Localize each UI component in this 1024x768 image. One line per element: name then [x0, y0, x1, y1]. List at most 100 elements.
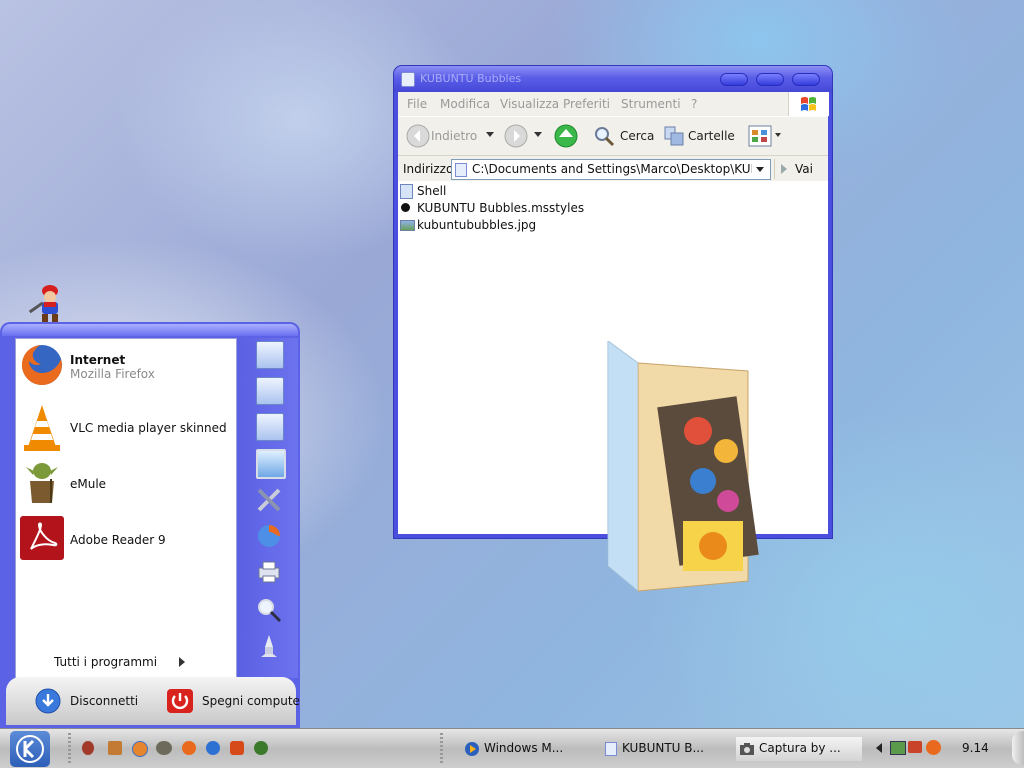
- menu-help[interactable]: ?: [691, 97, 697, 111]
- go-label: Vai: [795, 162, 813, 176]
- run-icon[interactable]: [256, 633, 282, 659]
- bug-icon[interactable]: [82, 741, 94, 755]
- go-button[interactable]: Vai: [774, 159, 823, 179]
- camera-icon: [740, 743, 754, 755]
- program-subtitle: Mozilla Firefox: [70, 367, 155, 381]
- adobe-reader-icon: [20, 516, 64, 560]
- shutdown-label: Spegni compute: [202, 694, 300, 708]
- program-adobe-reader[interactable]: Adobe Reader 9: [16, 513, 236, 567]
- image-file-icon: [400, 220, 415, 231]
- kde-logo-icon: [16, 735, 44, 763]
- printers-icon[interactable]: [256, 559, 282, 585]
- search-icon[interactable]: [256, 597, 282, 623]
- mario-desktop-icon[interactable]: [22, 282, 68, 324]
- start-menu-footer: Disconnetti Spegni compute: [6, 677, 300, 725]
- search-icon: [595, 127, 615, 147]
- forward-arrow-icon: [504, 124, 528, 148]
- program-internet[interactable]: Internet Mozilla Firefox: [16, 341, 236, 395]
- game-icon[interactable]: [230, 741, 244, 755]
- earth-icon[interactable]: [206, 741, 220, 755]
- menu-modifica[interactable]: Modifica: [440, 97, 490, 111]
- views-dropdown-icon[interactable]: [775, 133, 781, 137]
- menu-preferiti[interactable]: Preferiti: [563, 97, 610, 111]
- menu-visualizza[interactable]: Visualizza: [500, 97, 559, 111]
- logoff-icon: [35, 688, 61, 714]
- folders-button[interactable]: Cartelle: [662, 124, 742, 148]
- task-captura[interactable]: Captura by ...: [736, 737, 862, 761]
- address-folder-icon: [455, 163, 467, 177]
- task-windows-media[interactable]: Windows M...: [462, 737, 592, 761]
- explorer-window: KUBUNTU Bubbles File Modifica Visualizza…: [394, 66, 832, 593]
- network-icon[interactable]: [890, 741, 906, 755]
- gimp-icon[interactable]: [156, 741, 172, 755]
- program-emule[interactable]: eMule: [16, 457, 236, 511]
- folder-preview-image: [607, 341, 759, 593]
- arrow-right-icon: [179, 657, 185, 667]
- program-name: eMule: [70, 477, 107, 491]
- taskbar-separator: [68, 733, 71, 765]
- media-icon[interactable]: [254, 741, 268, 755]
- music-icon[interactable]: [256, 413, 284, 441]
- shutdown-button[interactable]: Spegni compute: [166, 688, 300, 714]
- window-folder-icon: [605, 742, 617, 756]
- windows-media-icon: [465, 742, 479, 756]
- task-label: Windows M...: [484, 741, 564, 755]
- start-button[interactable]: [10, 731, 50, 767]
- menu-file[interactable]: File: [407, 97, 427, 111]
- list-item[interactable]: KUBUNTU Bubbles.msstyles: [400, 200, 600, 216]
- task-kubuntu-bubbles[interactable]: KUBUNTU B...: [602, 737, 726, 761]
- tools-icon[interactable]: [256, 487, 282, 513]
- minimize-button[interactable]: [720, 73, 748, 86]
- close-button[interactable]: [792, 73, 820, 86]
- menu-strumenti[interactable]: Strumenti: [621, 97, 681, 111]
- file-name: KUBUNTU Bubbles.msstyles: [417, 201, 585, 215]
- firefox-icon[interactable]: [182, 741, 196, 755]
- logoff-label: Disconnetti: [70, 694, 139, 708]
- task-label: KUBUNTU B...: [622, 741, 704, 755]
- start-menu: Internet Mozilla Firefox VLC media playe…: [0, 322, 300, 728]
- folder-icon: [400, 184, 413, 199]
- window-folder-icon: [401, 72, 415, 87]
- folders-icon: [664, 126, 684, 146]
- tray-collapse-icon[interactable]: [876, 743, 882, 753]
- views-button[interactable]: [748, 124, 782, 148]
- archive-icon[interactable]: [108, 741, 122, 755]
- maximize-button[interactable]: [756, 73, 784, 86]
- pictures-icon[interactable]: [256, 377, 284, 405]
- back-button[interactable]: Indietro: [406, 124, 494, 148]
- firefox-icon: [21, 344, 62, 385]
- emule-icon: [26, 463, 58, 503]
- program-name: Adobe Reader 9: [70, 533, 166, 547]
- forward-button[interactable]: [504, 124, 548, 148]
- program-name: Internet: [70, 353, 126, 367]
- file-list-pane: Shell KUBUNTU Bubbles.msstyles kubuntubu…: [398, 181, 828, 593]
- computer-icon[interactable]: [256, 449, 286, 479]
- program-vlc[interactable]: VLC media player skinned: [16, 401, 236, 455]
- firefox-tray-icon[interactable]: [926, 740, 941, 755]
- title-bar[interactable]: KUBUNTU Bubbles: [394, 66, 832, 92]
- taskbar-handle[interactable]: [1012, 731, 1024, 765]
- search-label: Cerca: [620, 129, 655, 143]
- address-field[interactable]: C:\Documents and Settings\Marco\Desktop\…: [451, 159, 771, 180]
- list-item[interactable]: Shell: [400, 183, 600, 199]
- forward-dropdown-icon[interactable]: [534, 132, 542, 137]
- list-item[interactable]: kubuntububbles.jpg: [400, 217, 600, 233]
- vlc-icon: [24, 405, 60, 451]
- toolbar: Indietro Cerca Cartelle: [398, 116, 828, 155]
- tray-app-icon[interactable]: [908, 741, 922, 753]
- documents-icon[interactable]: [256, 341, 284, 369]
- internet-settings-icon[interactable]: [256, 523, 282, 549]
- search-button[interactable]: Cerca: [592, 124, 656, 148]
- back-label: Indietro: [431, 129, 478, 143]
- back-dropdown-icon[interactable]: [486, 132, 494, 137]
- browser-icon[interactable]: [132, 741, 148, 757]
- all-programs-button[interactable]: Tutti i programmi: [52, 653, 192, 673]
- address-dropdown-icon[interactable]: [756, 167, 764, 172]
- program-name: VLC media player skinned: [70, 421, 227, 435]
- up-arrow-icon: [554, 124, 578, 148]
- views-icon: [748, 125, 772, 147]
- clock: 9.14: [962, 741, 989, 755]
- up-folder-button[interactable]: [554, 124, 578, 148]
- windows-logo-icon: [788, 92, 829, 116]
- logoff-button[interactable]: Disconnetti: [34, 688, 144, 714]
